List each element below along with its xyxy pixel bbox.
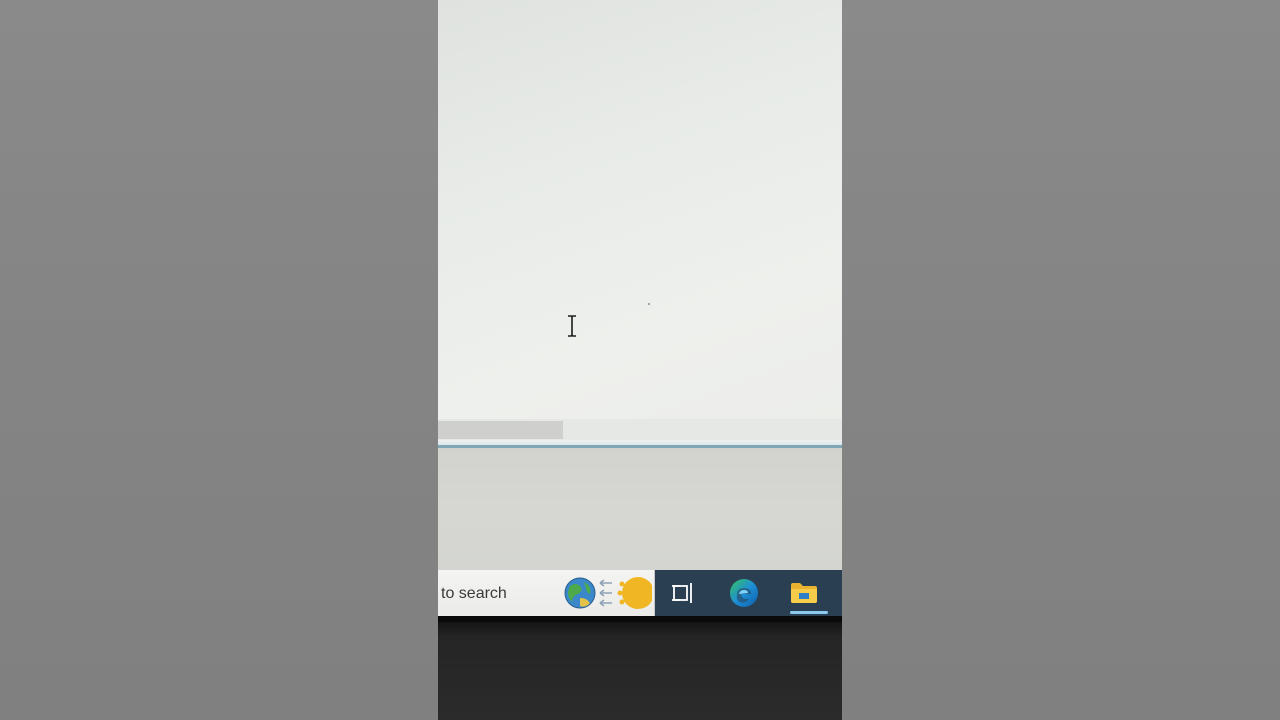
- screen-speck: [648, 303, 650, 305]
- letterbox-right: [842, 0, 1280, 720]
- search-placeholder: to search: [441, 585, 507, 602]
- monitor-bezel: [438, 616, 842, 720]
- edge-browser-button[interactable]: [727, 576, 761, 610]
- text-cursor-icon: [568, 315, 576, 337]
- file-explorer-icon: [791, 583, 817, 603]
- globe-weather-icon[interactable]: [562, 574, 652, 612]
- photographed-screen: to search: [438, 0, 842, 720]
- desktop-background: [438, 448, 842, 570]
- letterbox-left: [0, 0, 438, 720]
- file-explorer-button[interactable]: [787, 576, 821, 610]
- task-view-icon: [672, 583, 692, 603]
- monitor-bezel-edge: [438, 616, 842, 622]
- active-app-indicator: [790, 611, 828, 614]
- taskbar: to search: [438, 570, 842, 616]
- edge-browser-icon: [730, 579, 758, 607]
- app-window-content[interactable]: [438, 0, 842, 440]
- task-view-button[interactable]: [666, 576, 700, 610]
- horizontal-scrollbar-thumb[interactable]: [438, 421, 563, 439]
- taskbar-search-box[interactable]: to search: [438, 570, 655, 616]
